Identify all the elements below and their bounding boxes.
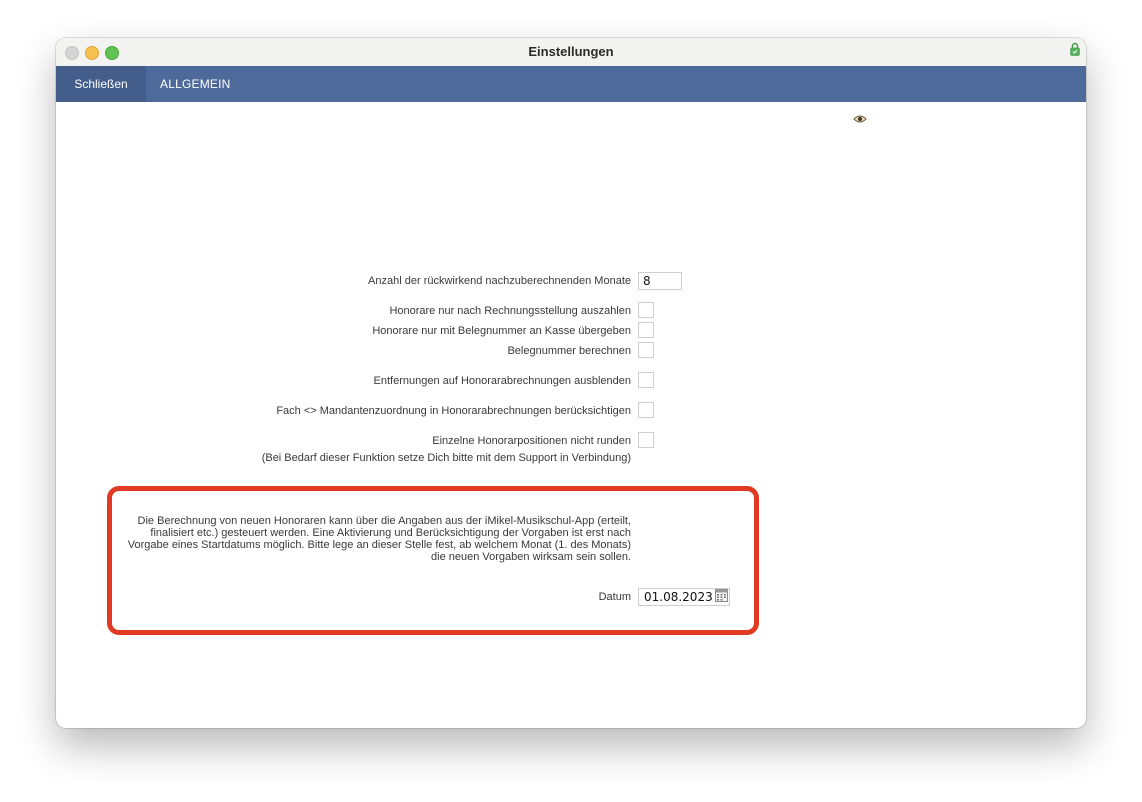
lock-icon: [1070, 42, 1080, 56]
date-label: Datum: [598, 591, 631, 603]
title-bar: Einstellungen: [56, 38, 1086, 67]
rounding-hint: (Bei Bedarf dieser Funktion setze Dich b…: [261, 452, 631, 464]
window-title: Einstellungen: [528, 44, 614, 59]
checkbox-subject-client-mapping[interactable]: [638, 402, 654, 418]
checkbox-label-pay-after-invoice: Honorare nur nach Rechnungsstellung ausz…: [389, 305, 631, 317]
checkbox-pay-after-invoice[interactable]: [638, 302, 654, 318]
months-label: Anzahl der rückwirkend nachzuberechnende…: [368, 275, 631, 287]
checkbox-label-hide-distances: Entfernungen auf Honorarabrechnungen aus…: [373, 375, 631, 387]
toolbar: Schließen ALLGEMEIN: [56, 66, 1086, 102]
checkbox-label-subject-client-mapping: Fach <> Mandantenzuordnung in Honorarabr…: [276, 405, 631, 417]
checkbox-label-receipt-number-cash: Honorare nur mit Belegnummer an Kasse üb…: [372, 325, 631, 337]
checkbox-receipt-number-cash[interactable]: [638, 322, 654, 338]
checkbox-label-no-rounding: Einzelne Honorarpositionen nicht runden: [432, 435, 631, 447]
calendar-icon[interactable]: [715, 589, 728, 602]
months-input[interactable]: 8: [638, 272, 682, 290]
eye-icon[interactable]: [853, 114, 867, 124]
app-settings-description: Die Berechnung von neuen Honoraren kann …: [127, 515, 631, 563]
checkbox-calculate-receipt-number[interactable]: [638, 342, 654, 358]
checkbox-hide-distances[interactable]: [638, 372, 654, 388]
close-button[interactable]: Schließen: [56, 66, 146, 102]
checkbox-no-rounding[interactable]: [638, 432, 654, 448]
tab-general[interactable]: ALLGEMEIN: [160, 66, 231, 102]
checkbox-label-calculate-receipt-number: Belegnummer berechnen: [507, 345, 631, 357]
settings-window: Einstellungen Schließen ALLGEMEIN Anzahl…: [56, 38, 1086, 728]
